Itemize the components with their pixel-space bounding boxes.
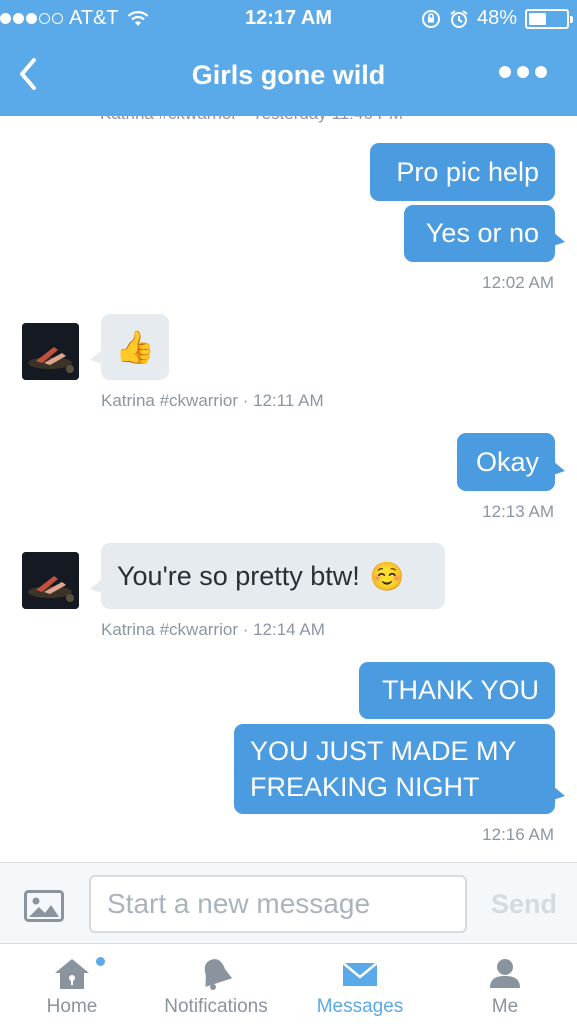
message-meta: Katrina #ckwarrior · Yesterday 11:46 PM (100, 116, 403, 124)
bubble-tail (553, 786, 565, 800)
message-text: Okay (475, 446, 539, 477)
notification-badge (96, 957, 105, 966)
envelope-icon (342, 962, 378, 986)
message-timestamp: 12:02 AM (482, 273, 554, 292)
message-meta: Katrina #ckwarrior · 12:11 AM (101, 391, 324, 410)
message-timestamp: 12:16 AM (482, 825, 554, 844)
status-bar: AT&T 12:17 AM 48% (0, 0, 577, 38)
avatar[interactable] (22, 552, 79, 609)
tab-messages[interactable]: Messages (308, 944, 412, 1024)
message-text-line: YOU JUST MADE MY (250, 736, 517, 766)
bubble-tail (90, 350, 102, 364)
tab-me[interactable]: Me (470, 944, 540, 1024)
message-text: Yes or no (425, 218, 539, 248)
tab-label: Me (491, 996, 519, 1017)
bubble-tail (553, 461, 565, 475)
incoming-message[interactable]: You're so pretty btw! ☺️ (101, 543, 445, 609)
nav-bar: Girls gone wild (0, 40, 577, 112)
tab-label: Notifications (164, 996, 268, 1017)
person-icon (490, 959, 520, 988)
tab-bar: Home Notifications Messages Me (0, 944, 577, 1024)
bubble-tail (553, 232, 565, 246)
message-text: Pro pic help (396, 156, 539, 187)
message-text-line: FREAKING NIGHT (250, 772, 480, 802)
outgoing-message[interactable]: YOU JUST MADE MY FREAKING NIGHT (234, 724, 555, 814)
outgoing-message[interactable]: Yes or no (404, 205, 555, 262)
message-input[interactable] (89, 875, 467, 933)
more-dots-icon[interactable] (499, 66, 547, 78)
outgoing-message[interactable]: Okay (457, 433, 555, 491)
top-bar: AT&T 12:17 AM 48% Girls gone wild (0, 0, 577, 116)
battery-icon (525, 8, 573, 29)
rotation-lock-icon (421, 9, 440, 28)
thumbs-up-icon: 👍 (115, 329, 155, 365)
home-icon (55, 959, 89, 989)
page-title: Girls gone wild (191, 60, 386, 90)
battery-percent: 48% (476, 7, 517, 29)
smiling-face-icon: ☺️ (369, 560, 405, 592)
tab-label: Home (46, 996, 98, 1017)
incoming-message[interactable]: 👍 (101, 314, 169, 380)
tab-notifications[interactable]: Notifications (152, 944, 280, 1024)
tab-label: Messages (316, 996, 404, 1017)
message-composer: Send (0, 862, 577, 944)
tab-home[interactable]: Home (22, 944, 122, 1024)
message-text: THANK YOU (381, 675, 539, 705)
conversation[interactable]: Katrina #ckwarrior · Yesterday 11:46 PM … (0, 116, 577, 862)
bell-icon (204, 959, 233, 990)
message-timestamp: 12:13 AM (482, 502, 554, 521)
photo-icon[interactable] (24, 890, 64, 922)
outgoing-message[interactable]: Pro pic help (370, 143, 555, 201)
outgoing-message[interactable]: THANK YOU (359, 662, 555, 719)
message-text: You're so pretty btw! (117, 560, 360, 591)
bubble-tail (90, 579, 102, 593)
avatar[interactable] (22, 323, 79, 380)
message-meta: Katrina #ckwarrior · 12:14 AM (101, 620, 325, 639)
send-button[interactable]: Send (491, 889, 557, 920)
alarm-icon (450, 9, 468, 28)
